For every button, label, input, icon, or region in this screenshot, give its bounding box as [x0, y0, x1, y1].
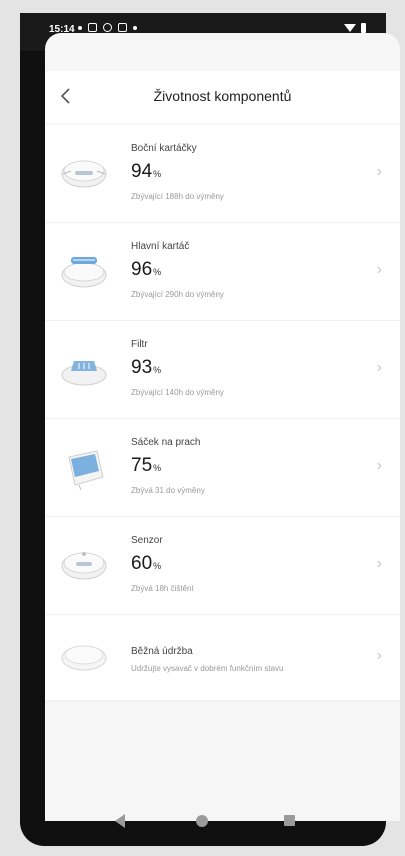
chevron-right-icon: ›	[376, 261, 382, 278]
component-name: Běžná údržba	[131, 646, 193, 657]
status-system-icons	[344, 23, 366, 33]
app-screen: Životnost komponentů Boční kartáčky 94% …	[45, 33, 400, 821]
percent-value: 96	[131, 259, 153, 280]
component-percent: 93%	[131, 357, 161, 379]
component-remaining: Udržujte vysavač v dobrém funkčním stavu	[131, 664, 284, 673]
component-name: Senzor	[131, 535, 163, 546]
percent-unit: %	[153, 365, 162, 375]
phone-frame: 15:14 Životnost komponentů Boční kartáčk…	[20, 13, 400, 846]
main-brush-icon	[61, 257, 107, 288]
maintenance-icon	[61, 645, 107, 671]
nav-recents-icon[interactable]	[284, 815, 295, 826]
list-item-sensor[interactable]: Senzor 60% Zbývá 18h čištění ›	[45, 517, 400, 615]
app-notification-icon	[88, 23, 97, 32]
side-brush-icon	[61, 160, 107, 188]
percent-unit: %	[153, 267, 162, 277]
percent-unit: %	[153, 463, 162, 473]
component-name: Boční kartáčky	[131, 143, 197, 154]
wifi-icon	[344, 24, 356, 32]
list-item-maintenance[interactable]: Běžná údržba Udržujte vysavač v dobrém f…	[45, 615, 400, 701]
component-percent: 96%	[131, 259, 161, 281]
mail-notification-icon	[118, 23, 127, 32]
chevron-right-icon: ›	[376, 647, 382, 664]
top-bar: Životnost komponentů	[45, 71, 400, 123]
component-percent: 75%	[131, 455, 161, 477]
component-remaining: Zbývající 140h do výměny	[131, 388, 224, 397]
filter-icon	[61, 361, 107, 386]
chevron-right-icon: ›	[376, 555, 382, 572]
settings-notification-icon	[103, 23, 112, 32]
chevron-right-icon: ›	[376, 359, 382, 376]
chevron-right-icon: ›	[376, 457, 382, 474]
component-remaining: Zbývá 18h čištění	[131, 584, 194, 593]
component-remaining: Zbývající 290h do výměny	[131, 290, 224, 299]
status-notification-icons	[78, 23, 137, 32]
sensor-icon	[61, 552, 107, 580]
percent-unit: %	[153, 169, 162, 179]
more-notifications-icon	[133, 25, 137, 30]
dust-bag-icon	[68, 450, 104, 491]
list-item-side-brush[interactable]: Boční kartáčky 94% Zbývající 188h do vým…	[45, 125, 400, 223]
percent-value: 94	[131, 161, 153, 182]
list-item-dust-bag[interactable]: Sáček na prach 75% Zbývá 31 do výměny ›	[45, 419, 400, 517]
component-name: Sáček na prach	[131, 437, 201, 448]
percent-value: 93	[131, 357, 153, 378]
component-remaining: Zbývající 188h do výměny	[131, 192, 224, 201]
page-title: Životnost komponentů	[153, 88, 292, 104]
list-item-main-brush[interactable]: Hlavní kartáč 96% Zbývající 290h do výmě…	[45, 223, 400, 321]
percent-unit: %	[153, 561, 162, 571]
component-percent: 94%	[131, 161, 161, 183]
battery-icon	[361, 23, 366, 33]
nav-back-icon[interactable]	[115, 814, 125, 828]
nav-home-icon[interactable]	[196, 815, 208, 827]
chevron-right-icon: ›	[376, 163, 382, 180]
component-percent: 60%	[131, 553, 161, 575]
percent-value: 75	[131, 455, 153, 476]
component-name: Filtr	[131, 339, 148, 350]
system-nav-bar	[20, 800, 386, 846]
percent-value: 60	[131, 553, 153, 574]
notification-dot-icon	[78, 25, 82, 30]
component-name: Hlavní kartáč	[131, 241, 190, 252]
component-remaining: Zbývá 31 do výměny	[131, 486, 205, 495]
component-list: Boční kartáčky 94% Zbývající 188h do vým…	[45, 125, 400, 701]
list-item-filter[interactable]: Filtr 93% Zbývající 140h do výměny ›	[45, 321, 400, 419]
